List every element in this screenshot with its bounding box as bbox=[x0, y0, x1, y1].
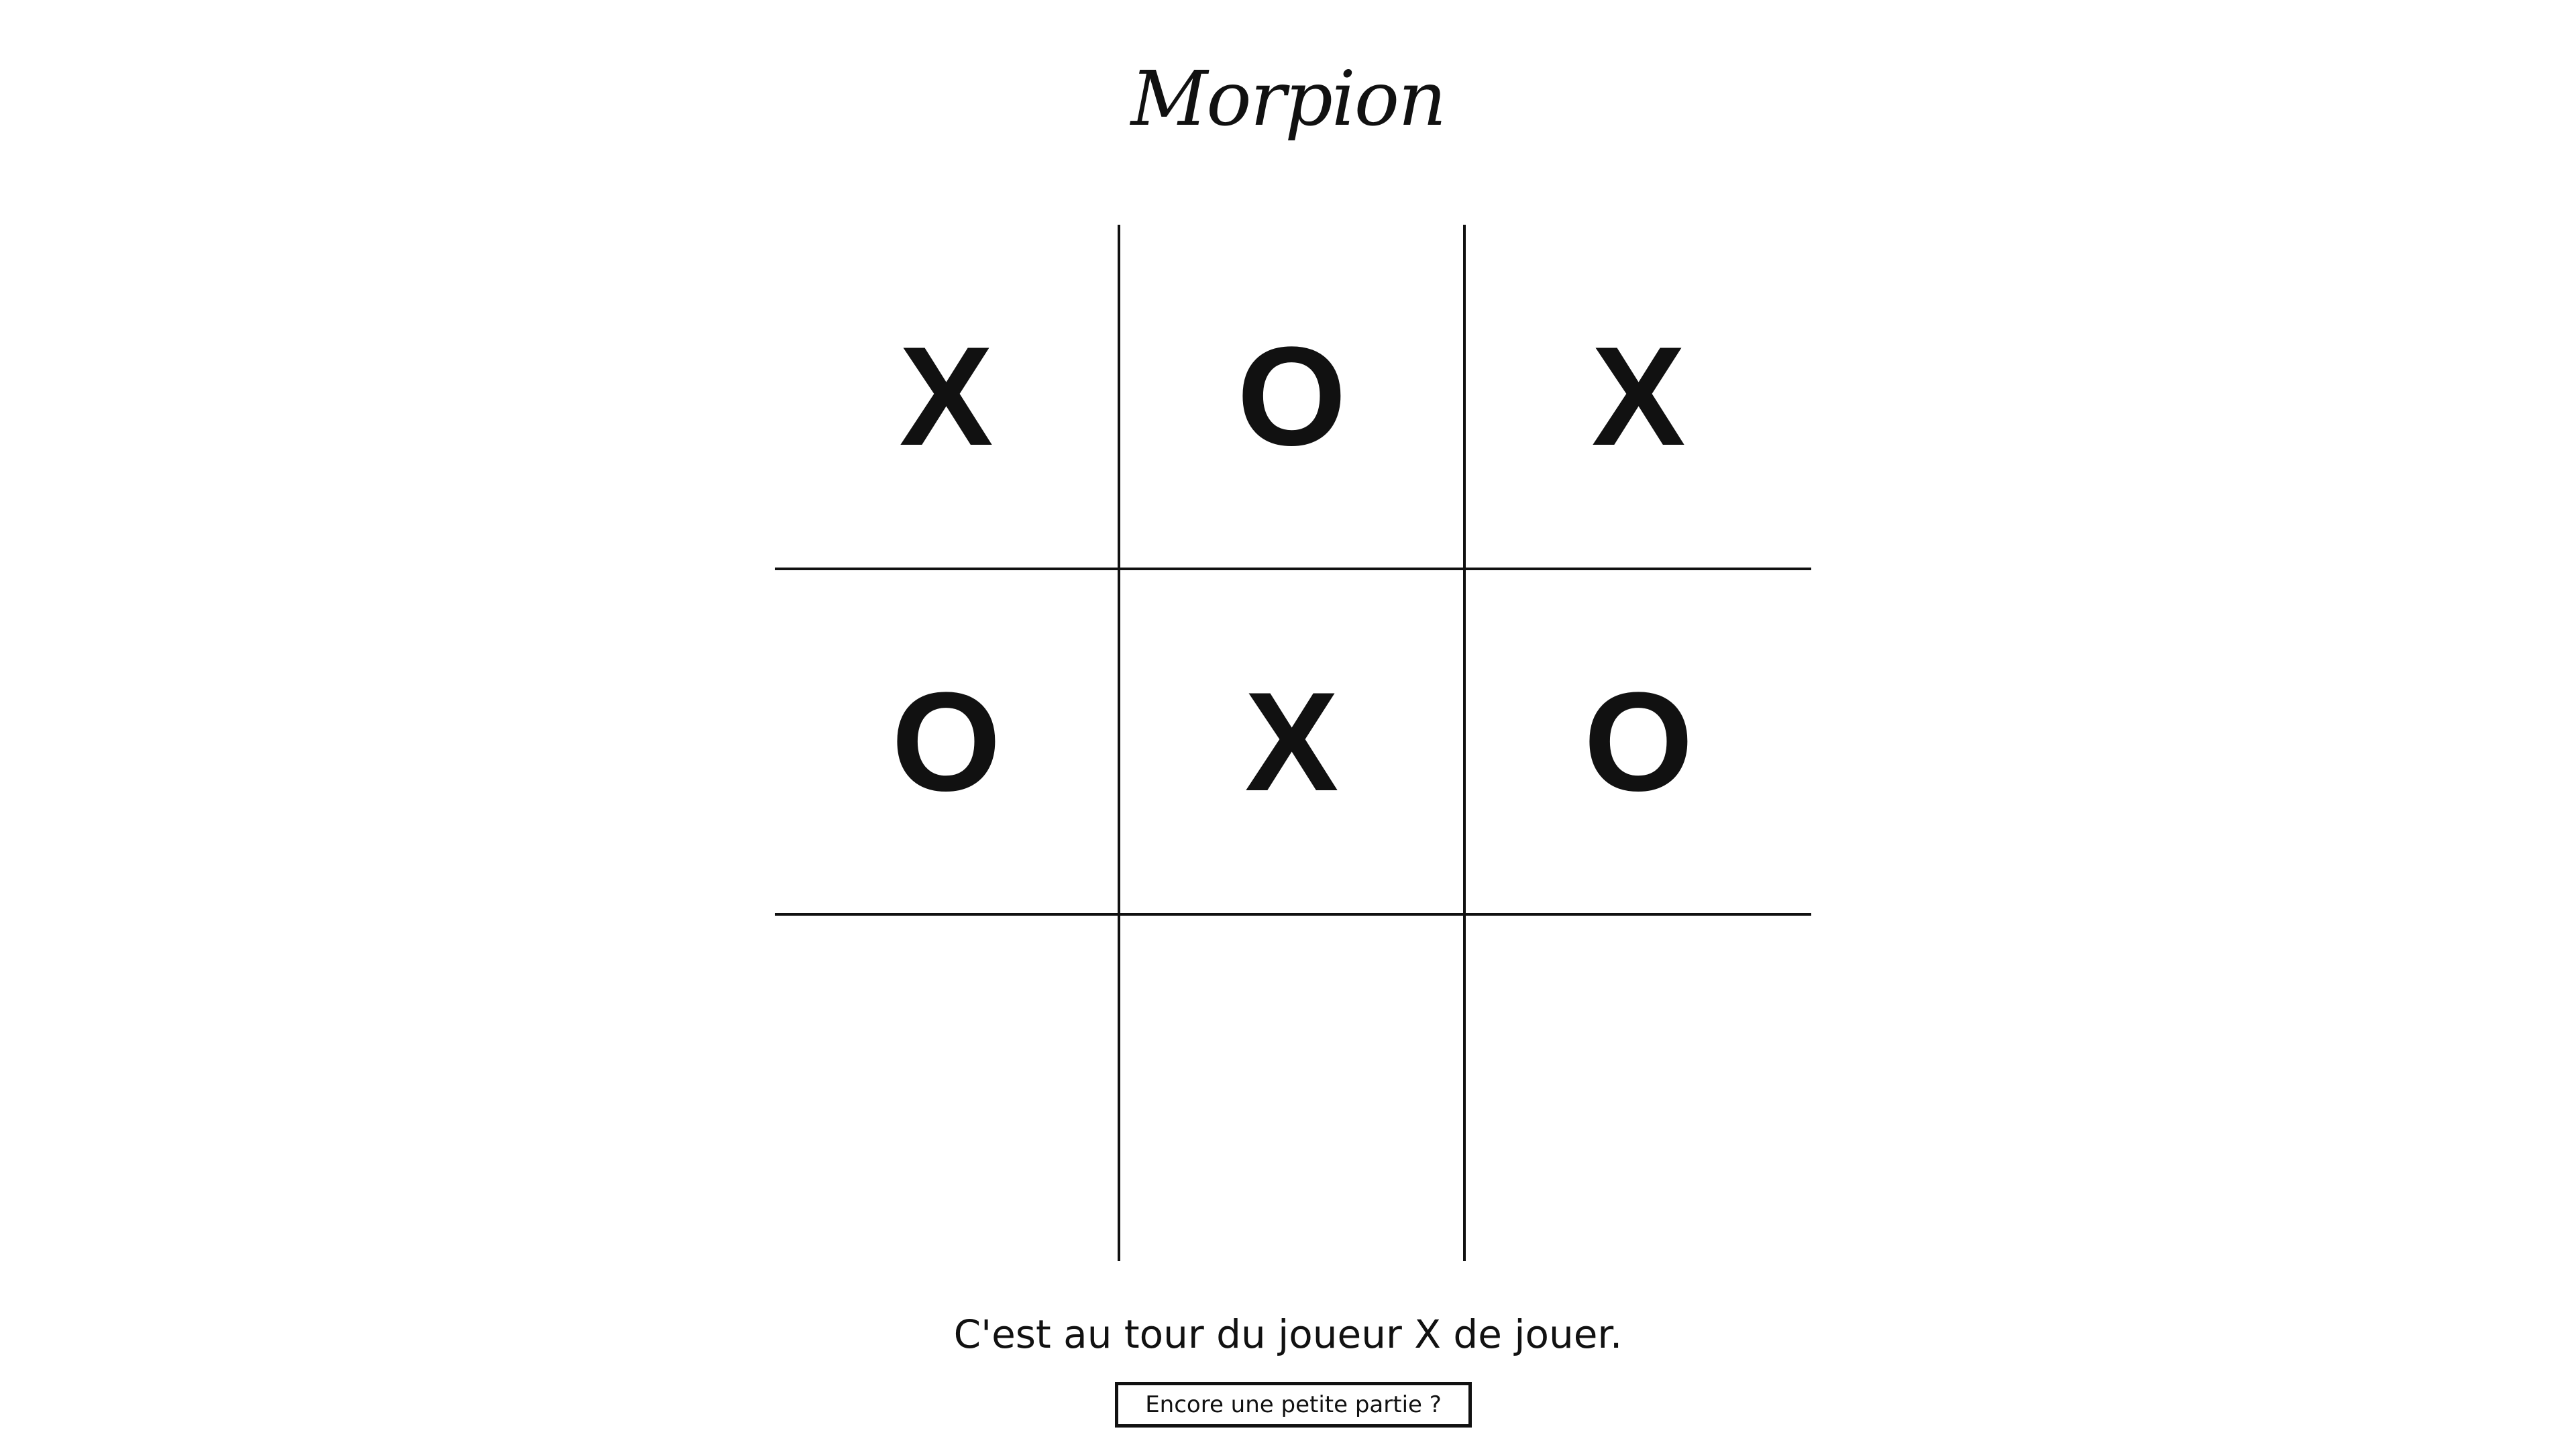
cell-0-0[interactable]: X bbox=[775, 225, 1120, 570]
cell-mark: X bbox=[1244, 662, 1339, 820]
cell-mark: X bbox=[1591, 317, 1686, 475]
cell-0-1[interactable]: O bbox=[1120, 225, 1466, 570]
cell-mark: O bbox=[1236, 317, 1347, 475]
cell-0-2[interactable]: X bbox=[1466, 225, 1811, 570]
cell-2-0[interactable] bbox=[775, 916, 1120, 1261]
cell-mark: O bbox=[1583, 662, 1694, 820]
cell-2-1[interactable] bbox=[1120, 916, 1466, 1261]
game-title: Morpion bbox=[1130, 56, 1447, 143]
game-board: X O X O X O bbox=[775, 225, 1811, 1261]
game-status: C'est au tour du joueur X de jouer. bbox=[953, 1311, 1623, 1357]
restart-button[interactable]: Encore une petite partie ? bbox=[1115, 1382, 1472, 1428]
cell-1-1[interactable]: X bbox=[1120, 570, 1466, 916]
cell-2-2[interactable] bbox=[1466, 916, 1811, 1261]
cell-1-0[interactable]: O bbox=[775, 570, 1120, 916]
cell-1-2[interactable]: O bbox=[1466, 570, 1811, 916]
cell-mark: X bbox=[899, 317, 994, 475]
cell-mark: O bbox=[891, 662, 1002, 820]
